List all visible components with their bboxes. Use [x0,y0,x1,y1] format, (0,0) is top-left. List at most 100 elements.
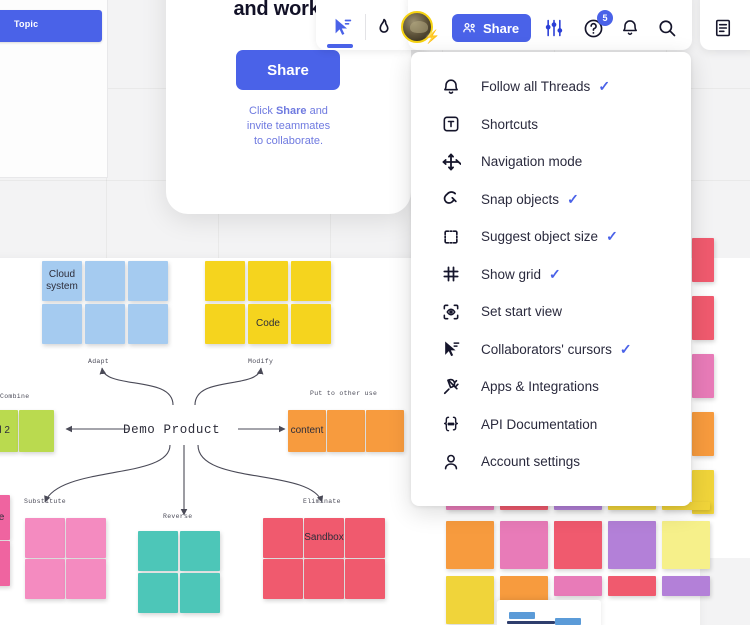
check-icon: ✓ [567,190,579,207]
menu-item-apps-integrations[interactable]: Apps & Integrations✓ [411,368,691,406]
cursor-tool-active-indicator [327,44,353,48]
bell-icon [439,75,463,99]
check-icon: ✓ [606,228,618,245]
menu-item-label: Suggest object size [481,229,599,245]
sticky-note[interactable] [138,573,178,613]
help-badge: 5 [597,10,613,26]
menu-item-set-start-view[interactable]: Set start view✓ [411,293,691,331]
sticky-note[interactable] [446,576,494,624]
onboarding-hint-suffix: and [306,105,328,117]
sticky-note[interactable] [692,354,714,398]
widget-bar-2 [555,618,581,625]
check-icon: ✓ [619,340,632,357]
sticky-note[interactable] [500,576,548,602]
mindmap-branch-label: Eliminate [303,498,341,505]
menu-item-label: API Documentation [481,416,598,432]
onboarding-share-button[interactable]: Share [236,50,340,90]
sticky-note[interactable] [180,531,220,571]
sticky-note[interactable] [66,559,106,599]
sticky-note[interactable] [608,521,656,569]
sticky-note[interactable] [692,238,714,282]
menu-item-label: Shortcuts [481,116,539,132]
menu-item-snap-objects[interactable]: Snap objects ✓ [411,181,691,219]
sticky-note[interactable] [263,559,303,599]
share-button-label: Share [483,20,520,36]
widget-line-1 [507,621,555,624]
menu-item-label: Account settings [481,454,581,470]
mindmap-branch-label: Modify [248,358,274,365]
topic-chip[interactable]: Topic [0,10,102,42]
braces-icon [439,412,463,436]
flame-icon[interactable] [370,13,398,41]
menu-item-account-settings[interactable]: Account settings✓ [411,443,691,481]
menu-item-label: Set start view [481,304,563,320]
sticky-note[interactable] [0,541,10,586]
onboarding-hint-prefix: Click [249,105,276,117]
menu-item-api-documentation[interactable]: API Documentation✓ [411,406,691,444]
sticky-note[interactable] [692,412,714,456]
sticky-note[interactable] [138,531,178,571]
menu-item-follow-all-threads[interactable]: Follow all Threads ✓ [411,68,691,106]
share-people-icon [462,22,477,34]
menu-item-show-grid[interactable]: Show grid ✓ [411,256,691,294]
topic-chip-label: Topic [14,19,39,29]
avatar-bolt-icon: ⚡ [424,29,441,44]
sliders-icon[interactable] [539,13,569,43]
sticky-note[interactable] [608,576,656,596]
menu-item-collaborators-cursors[interactable]: Collaborators' cursors ✓ [411,331,691,369]
onboarding-hint: Click Share and invite teammates to coll… [166,104,411,149]
menu-item-label: Apps & Integrations [481,379,599,395]
mindmap-branch-label: Adapt [88,358,110,365]
check-icon: ✓ [549,265,561,282]
mini-chart-widget[interactable] [497,600,601,625]
document-panel-icon[interactable] [708,13,738,43]
sticky-note[interactable] [446,521,494,569]
sticky-note[interactable] [554,521,602,569]
plug-icon [439,375,463,399]
sticky-note[interactable] [662,521,710,569]
menu-item-navigation-mode[interactable]: Navigation mode✓ [411,143,691,181]
app-root: Topic Cloud systemCoded 2contentveSandbo… [0,0,750,625]
menu-item-label: Snap objects [481,191,560,207]
sticky-note-text: Sandbox [304,532,344,543]
eye-frame-icon [439,300,463,324]
bell-icon[interactable] [615,13,645,43]
move-arrows-icon [439,150,463,174]
dashed-square-icon [439,225,463,249]
mindmap-branch-label: Substitute [24,498,67,505]
menu-item-label: Follow all Threads [481,79,591,95]
mindmap-branch-label: Combine [0,393,30,400]
sticky-note[interactable] [345,559,385,599]
magnet-icon [439,187,463,211]
sticky-note[interactable] [692,296,714,340]
mindmap-center-label: Demo Product [123,423,221,437]
person-icon [439,450,463,474]
menu-item-label: Navigation mode [481,154,583,170]
menu-item-shortcuts[interactable]: Shortcuts✓ [411,106,691,144]
settings-dropdown-menu[interactable]: Follow all Threads✓Shortcuts✓Navigation … [411,52,691,506]
sticky-note[interactable] [662,576,710,596]
menu-item-label: Collaborators' cursors [481,341,612,357]
onboarding-hint-line3: to collaborate. [253,135,324,147]
search-icon[interactable] [652,13,682,43]
grid-icon [439,262,463,286]
cursor-select-icon[interactable] [325,12,359,42]
sticky-note[interactable] [500,521,548,569]
onboarding-hint-bold: Share [275,105,307,117]
menu-item-suggest-object-size[interactable]: Suggest object size ✓ [411,218,691,256]
share-button[interactable]: Share [452,14,532,42]
menu-item-label: Show grid [481,266,542,282]
mindmap-branch-label: Put to other use [310,390,378,397]
sticky-note[interactable] [554,576,602,596]
sticky-note[interactable] [304,559,344,599]
widget-bar-1 [509,612,535,619]
mindmap-connectors [44,367,324,516]
cursor-icon [439,337,463,361]
sticky-note[interactable] [25,559,65,599]
keyboard-key-icon [439,112,463,136]
check-icon: ✓ [598,78,611,95]
toolbar-divider [365,14,366,40]
mindmap-branch-label: Reverse [163,513,193,520]
sticky-note[interactable] [180,573,220,613]
onboarding-hint-line2: invite teammates [246,120,331,132]
